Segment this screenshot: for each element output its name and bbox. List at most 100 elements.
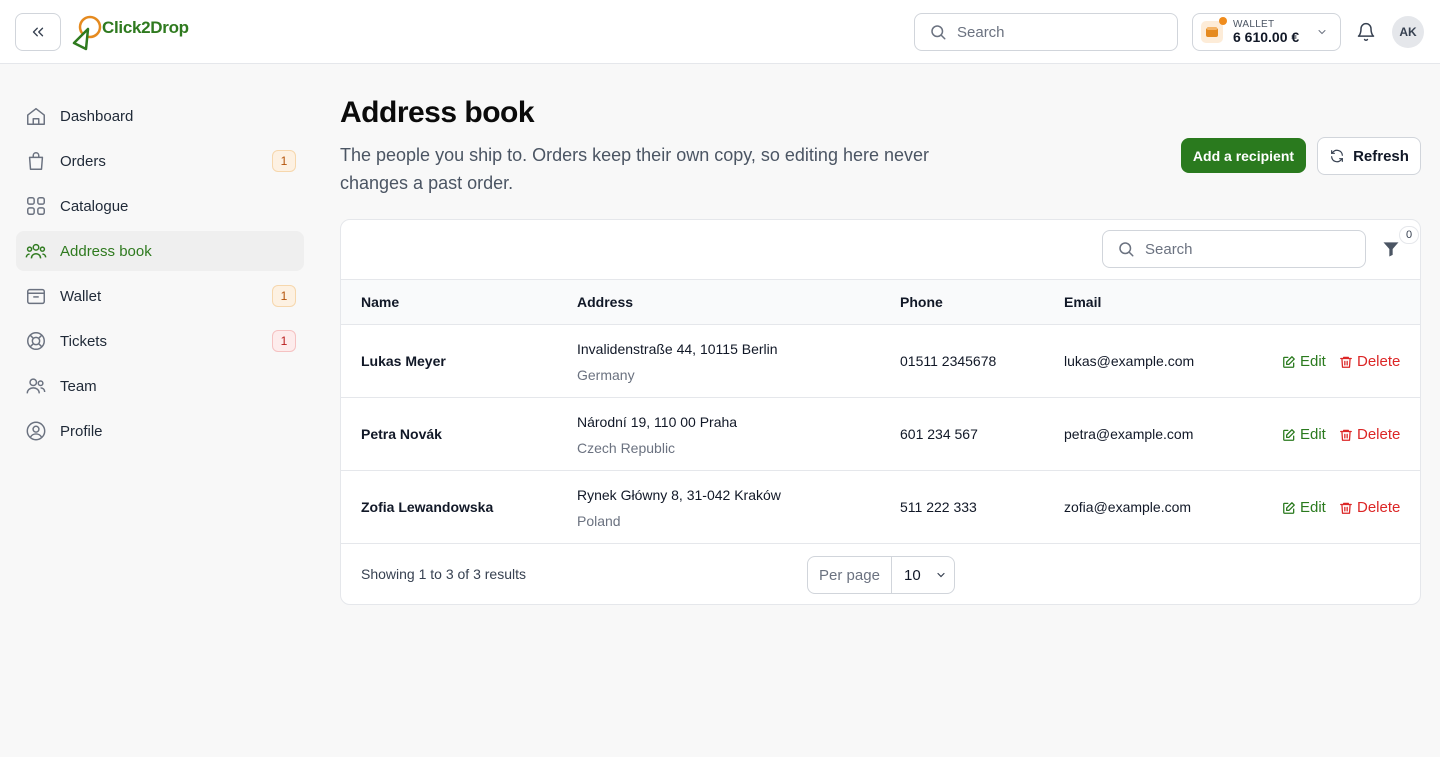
recipient-name: Lukas Meyer xyxy=(361,353,446,369)
sidebar-item-tickets[interactable]: Tickets 1 xyxy=(16,321,304,361)
column-header-phone[interactable]: Phone xyxy=(900,294,943,310)
recipients-table-card: Search 0 Name Address Phone Email Lukas … xyxy=(340,219,1421,605)
edit-label: Edit xyxy=(1300,353,1326,370)
orders-count-badge: 1 xyxy=(272,150,296,172)
chevrons-left-icon xyxy=(32,27,44,37)
search-icon xyxy=(931,25,946,40)
refresh-button[interactable]: Refresh xyxy=(1317,137,1421,175)
column-header-email[interactable]: Email xyxy=(1064,294,1101,310)
recipient-email: lukas@example.com xyxy=(1064,353,1195,369)
trash-icon xyxy=(1340,429,1352,441)
sidebar-item-label: Team xyxy=(60,377,97,395)
wallet-amount: 6 610.00 € xyxy=(1233,28,1300,45)
search-placeholder: Search xyxy=(957,23,1005,41)
wallet-count-badge: 1 xyxy=(272,285,296,307)
table-search-placeholder: Search xyxy=(1145,240,1193,258)
logo[interactable]: Click2Drop xyxy=(70,12,189,52)
search-icon xyxy=(1119,242,1134,257)
table-row: Zofia Lewandowska Rynek Główny 8, 31-042… xyxy=(341,471,1420,544)
column-header-address[interactable]: Address xyxy=(577,294,633,310)
trash-icon xyxy=(1340,356,1352,368)
recipient-country: Poland xyxy=(577,513,621,529)
wallet-dropdown[interactable]: WALLET 6 610.00 € xyxy=(1192,13,1341,51)
sidebar-item-address-book[interactable]: Address book xyxy=(16,231,304,271)
edit-label: Edit xyxy=(1300,499,1326,516)
page-subtitle: The people you ship to. Orders keep thei… xyxy=(340,145,930,193)
tickets-count-badge: 1 xyxy=(272,330,296,352)
filter-count-badge: 0 xyxy=(1399,226,1419,244)
sidebar-item-label: Catalogue xyxy=(60,197,129,215)
per-page-value: 10 xyxy=(904,566,921,584)
collapse-sidebar-button[interactable] xyxy=(15,13,61,51)
edit-button[interactable]: Edit xyxy=(1282,426,1326,443)
edit-icon xyxy=(1283,428,1295,441)
delete-button[interactable]: Delete xyxy=(1339,426,1400,443)
wallet-notification-dot xyxy=(1219,17,1227,25)
edit-label: Edit xyxy=(1300,426,1326,443)
sidebar-item-label: Tickets xyxy=(60,332,107,350)
per-page-select[interactable]: Per page 10 xyxy=(807,556,955,594)
delete-label: Delete xyxy=(1357,353,1401,370)
sidebar-item-label: Address book xyxy=(60,242,152,260)
column-header-name[interactable]: Name xyxy=(361,294,399,310)
refresh-icon xyxy=(1331,149,1343,163)
sidebar: Dashboard Orders 1 Catalogue Address boo… xyxy=(16,96,304,456)
global-search-input[interactable]: Search xyxy=(914,13,1178,51)
team-icon xyxy=(24,374,48,398)
lifebuoy-icon xyxy=(24,329,48,353)
sidebar-item-profile[interactable]: Profile xyxy=(16,411,304,451)
delete-label: Delete xyxy=(1357,426,1401,443)
edit-icon xyxy=(1283,355,1295,368)
table-search-input[interactable]: Search xyxy=(1102,230,1366,268)
home-icon xyxy=(24,104,48,128)
delete-button[interactable]: Delete xyxy=(1339,353,1400,370)
recipient-phone: 511 222 333 xyxy=(900,499,977,515)
refresh-label: Refresh xyxy=(1353,147,1409,165)
grid-icon xyxy=(24,194,48,218)
trash-icon xyxy=(1340,502,1352,514)
recipient-country: Germany xyxy=(577,367,635,383)
page-title: Address book xyxy=(340,96,535,129)
sidebar-item-orders[interactable]: Orders 1 xyxy=(16,141,304,181)
logo-mark-icon xyxy=(72,15,102,51)
edit-button[interactable]: Edit xyxy=(1282,499,1326,516)
pagination-info: Showing 1 to 3 of 3 results xyxy=(361,566,526,582)
recipient-address: Národní 19, 110 00 Praha xyxy=(577,414,738,430)
recipient-email: petra@example.com xyxy=(1064,426,1194,442)
shopping-bag-icon xyxy=(24,149,48,173)
users-group-icon xyxy=(24,239,48,263)
user-circle-icon xyxy=(24,419,48,443)
sidebar-item-label: Dashboard xyxy=(60,107,134,125)
recipient-address: Rynek Główny 8, 31-042 Kraków xyxy=(577,487,781,503)
avatar[interactable]: AK xyxy=(1392,16,1424,48)
top-bar: Click2Drop Search WALLET 6 610.00 € AK xyxy=(0,0,1440,64)
edit-icon xyxy=(1283,501,1295,514)
sidebar-item-dashboard[interactable]: Dashboard xyxy=(16,96,304,136)
recipient-name: Petra Novák xyxy=(361,426,442,442)
sidebar-item-wallet[interactable]: Wallet 1 xyxy=(16,276,304,316)
logo-text: Click2Drop xyxy=(102,18,189,37)
recipient-country: Czech Republic xyxy=(577,440,676,456)
wallet-icon xyxy=(24,284,48,308)
table-header: Name Address Phone Email xyxy=(341,280,1420,325)
chevron-down-icon xyxy=(937,572,945,578)
sidebar-item-team[interactable]: Team xyxy=(16,366,304,406)
add-recipient-button[interactable]: Add a recipient xyxy=(1181,138,1306,173)
sidebar-item-catalogue[interactable]: Catalogue xyxy=(16,186,304,226)
table-row: Lukas Meyer Invalidenstraße 44, 10115 Be… xyxy=(341,325,1420,398)
table-toolbar: Search 0 xyxy=(341,220,1420,280)
sidebar-item-label: Orders xyxy=(60,152,106,170)
wallet-icon xyxy=(1201,17,1227,43)
table-row: Petra Novák Národní 19, 110 00 Praha Cze… xyxy=(341,398,1420,471)
recipient-phone: 601 234 567 xyxy=(900,426,978,442)
delete-label: Delete xyxy=(1357,499,1401,516)
bell-icon[interactable] xyxy=(1356,21,1376,43)
delete-button[interactable]: Delete xyxy=(1339,499,1400,516)
filter-icon[interactable] xyxy=(1381,239,1401,259)
sidebar-item-label: Wallet xyxy=(60,287,102,305)
recipient-name: Zofia Lewandowska xyxy=(361,499,494,515)
sidebar-item-label: Profile xyxy=(60,422,103,440)
recipient-phone: 01511 2345678 xyxy=(900,353,997,369)
edit-button[interactable]: Edit xyxy=(1282,353,1326,370)
per-page-label: Per page xyxy=(808,557,892,593)
